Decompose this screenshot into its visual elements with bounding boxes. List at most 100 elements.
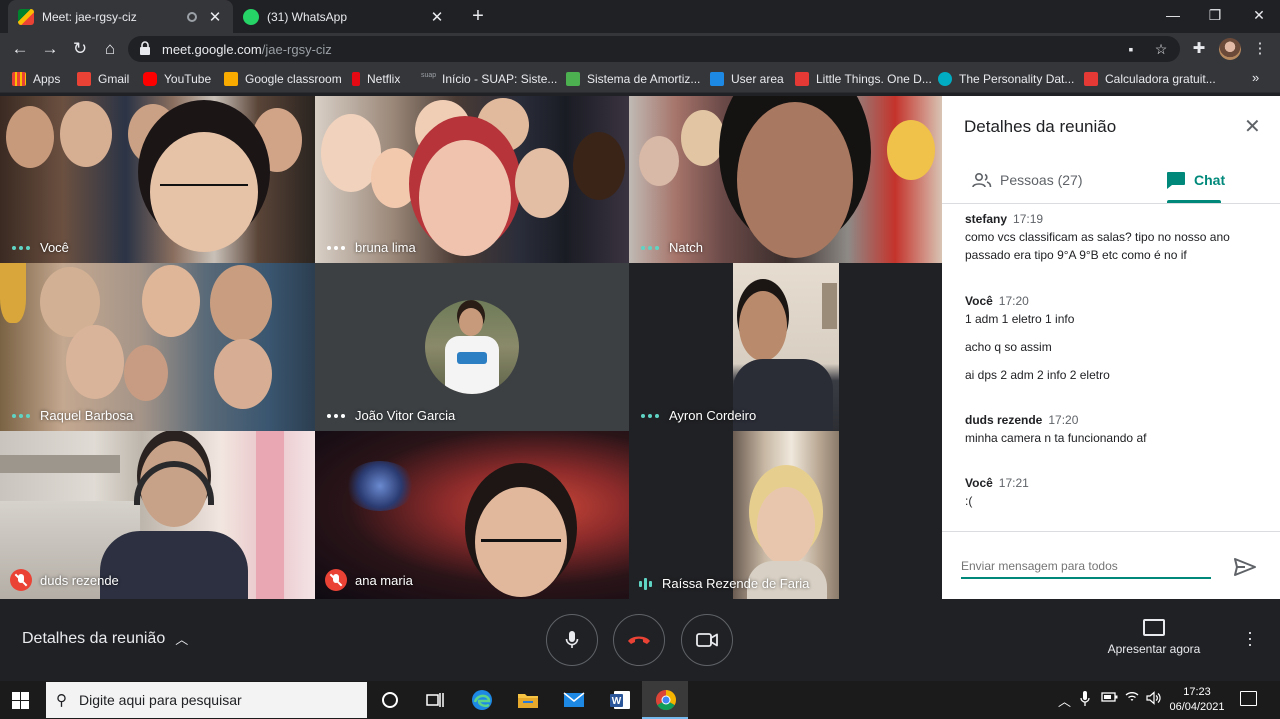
send-icon[interactable]	[1233, 557, 1257, 577]
show-hidden-icons-icon[interactable]: ︿	[1058, 691, 1071, 710]
bookmark-little-things[interactable]: Little Things. One D...	[795, 71, 932, 87]
tab-chat[interactable]: Chat	[1166, 158, 1225, 202]
microphone-tray-icon[interactable]	[1080, 691, 1090, 710]
bookmark-label: User area	[731, 72, 784, 86]
netflix-icon	[352, 72, 360, 86]
volume-icon[interactable]	[1146, 691, 1162, 708]
minimize-button[interactable]: —	[1150, 0, 1196, 33]
taskbar-search[interactable]: ⚲ Digite aqui para pesquisar	[46, 682, 367, 718]
bookmark-classroom[interactable]: Google classroom	[224, 71, 342, 87]
participant-name-text: Natch	[669, 240, 703, 255]
video-tile-self[interactable]: Você	[0, 96, 315, 263]
bookmarks-bar: Apps Gmail YouTube Google classroom Netf…	[0, 65, 1280, 93]
bookmark-netflix[interactable]: Netflix	[352, 71, 400, 87]
audio-level-icon	[641, 245, 659, 250]
classroom-icon	[224, 72, 238, 86]
mic-off-icon	[10, 569, 32, 591]
message-sender: stefany	[965, 212, 1008, 226]
video-tile-bruna-lima[interactable]: bruna lima	[315, 96, 629, 263]
battery-icon[interactable]	[1101, 691, 1119, 706]
close-tab-icon[interactable]: ✕	[207, 8, 223, 26]
end-call-icon	[628, 636, 650, 644]
bookmark-suap[interactable]: suap Início - SUAP: Siste...	[421, 71, 557, 87]
suap-icon: suap	[421, 72, 437, 79]
edge-icon[interactable]	[470, 688, 494, 712]
bookmark-user-area[interactable]: User area	[710, 71, 784, 87]
more-bookmarks-icon[interactable]: »	[1252, 70, 1259, 85]
chrome-menu-icon[interactable]: ⋮	[1250, 39, 1270, 59]
video-tile-natch[interactable]: Natch	[629, 96, 942, 263]
mail-icon[interactable]	[562, 688, 586, 712]
bookmark-label: Início - SUAP: Siste...	[442, 72, 558, 86]
video-tile-ana-maria[interactable]: ana maria	[315, 431, 629, 599]
message-text: ai dps 2 adm 2 info 2 eletro	[965, 368, 1110, 382]
cortana-icon[interactable]	[378, 688, 402, 712]
bookmark-apps[interactable]: Apps	[12, 71, 60, 87]
message-time: 17:20	[998, 294, 1029, 308]
file-explorer-icon[interactable]	[516, 688, 540, 712]
participant-name: Raquel Barbosa	[10, 408, 133, 423]
tab-people[interactable]: Pessoas (27)	[972, 158, 1082, 202]
forward-arrow-icon[interactable]: →	[38, 37, 62, 61]
home-icon[interactable]: ⌂	[98, 37, 122, 61]
new-tab-button[interactable]: +	[466, 4, 490, 28]
tab-whatsapp[interactable]: (31) WhatsApp ✕	[233, 0, 455, 33]
message-text: 1 adm 1 eletro 1 info	[965, 312, 1075, 326]
camera-button[interactable]	[681, 614, 733, 666]
video-tile-raissa-rezende[interactable]: Raíssa Rezende de Faria	[629, 431, 942, 599]
video-tile-ayron-cordeiro[interactable]: Ayron Cordeiro	[629, 263, 942, 431]
video-tile-joao-vitor-garcia[interactable]: João Vitor Garcia	[315, 263, 629, 431]
tab-meet[interactable]: Meet: jae-rgsy-ciz ✕	[8, 0, 233, 33]
bookmark-label: Google classroom	[245, 72, 342, 86]
participant-name: bruna lima	[325, 240, 416, 255]
leave-call-button[interactable]	[613, 614, 665, 666]
bookmark-label: Calculadora gratuit...	[1105, 72, 1216, 86]
bookmark-amortizacao[interactable]: Sistema de Amortiz...	[566, 71, 700, 87]
camera-in-use-icon[interactable]: ▪	[1122, 40, 1140, 58]
chat-message: stefany 17:19 como vcs classificam as sal…	[965, 210, 1265, 264]
restore-button[interactable]: ❐	[1192, 0, 1238, 33]
meeting-details-button[interactable]: Detalhes da reunião ︿	[22, 629, 188, 648]
microphone-button[interactable]	[546, 614, 598, 666]
bookmark-personality-db[interactable]: The Personality Dat...	[938, 71, 1074, 87]
extensions-puzzle-icon[interactable]: ✚	[1189, 39, 1209, 59]
guitar-icon	[795, 72, 809, 86]
message-text: minha camera n ta funcionando af	[965, 431, 1147, 445]
back-arrow-icon[interactable]: ←	[8, 37, 32, 61]
bookmark-youtube[interactable]: YouTube	[143, 71, 211, 87]
message-text: acho q so assim	[965, 340, 1052, 354]
youtube-icon	[143, 72, 157, 86]
address-bar[interactable]: meet.google.com/jae-rgsy-ciz ▪ ☆	[128, 36, 1180, 62]
tab-strip: Meet: jae-rgsy-ciz ✕ (31) WhatsApp ✕ + —…	[0, 0, 1280, 33]
chrome-icon[interactable]	[654, 688, 678, 712]
video-tile-duds-rezende[interactable]: duds rezende	[0, 431, 315, 599]
word-icon[interactable]: W	[608, 688, 632, 712]
close-tab-icon[interactable]: ✕	[429, 8, 445, 26]
video-grid: Você bruna lima Natch Raquel Barbosa Joã…	[0, 96, 942, 599]
svg-text:W: W	[612, 696, 622, 707]
chat-message-input[interactable]	[961, 555, 1211, 579]
windows-start-icon[interactable]	[12, 692, 29, 709]
bookmark-calculadora[interactable]: Calculadora gratuit...	[1084, 71, 1216, 87]
apps-grid-icon	[12, 72, 26, 86]
profile-avatar[interactable]	[1219, 38, 1241, 60]
system-clock[interactable]: 17:23 06/04/2021	[1164, 685, 1230, 715]
bookmark-label: Apps	[33, 72, 61, 86]
present-now-label: Apresentar agora	[1107, 642, 1201, 656]
bookmark-star-icon[interactable]: ☆	[1152, 40, 1170, 58]
chat-message: duds rezende 17:20 minha camera n ta func…	[965, 411, 1265, 447]
task-view-icon[interactable]	[423, 688, 447, 712]
meeting-details-label: Detalhes da reunião	[22, 629, 166, 647]
close-panel-icon[interactable]: ✕	[1244, 114, 1261, 139]
present-now-button[interactable]: Apresentar agora	[1104, 619, 1204, 656]
bookmark-label: Sistema de Amortiz...	[587, 72, 701, 86]
video-tile-raquel-barbosa[interactable]: Raquel Barbosa	[0, 263, 315, 431]
notifications-icon[interactable]	[1240, 691, 1257, 706]
bookmark-label: YouTube	[164, 72, 212, 86]
message-sender: Você	[965, 294, 993, 308]
close-window-button[interactable]: ✕	[1236, 0, 1280, 33]
wifi-icon[interactable]	[1125, 691, 1139, 706]
more-options-icon[interactable]: · · ·	[1247, 623, 1253, 653]
reload-icon[interactable]: ↻	[68, 37, 92, 61]
bookmark-gmail[interactable]: Gmail	[77, 71, 129, 87]
